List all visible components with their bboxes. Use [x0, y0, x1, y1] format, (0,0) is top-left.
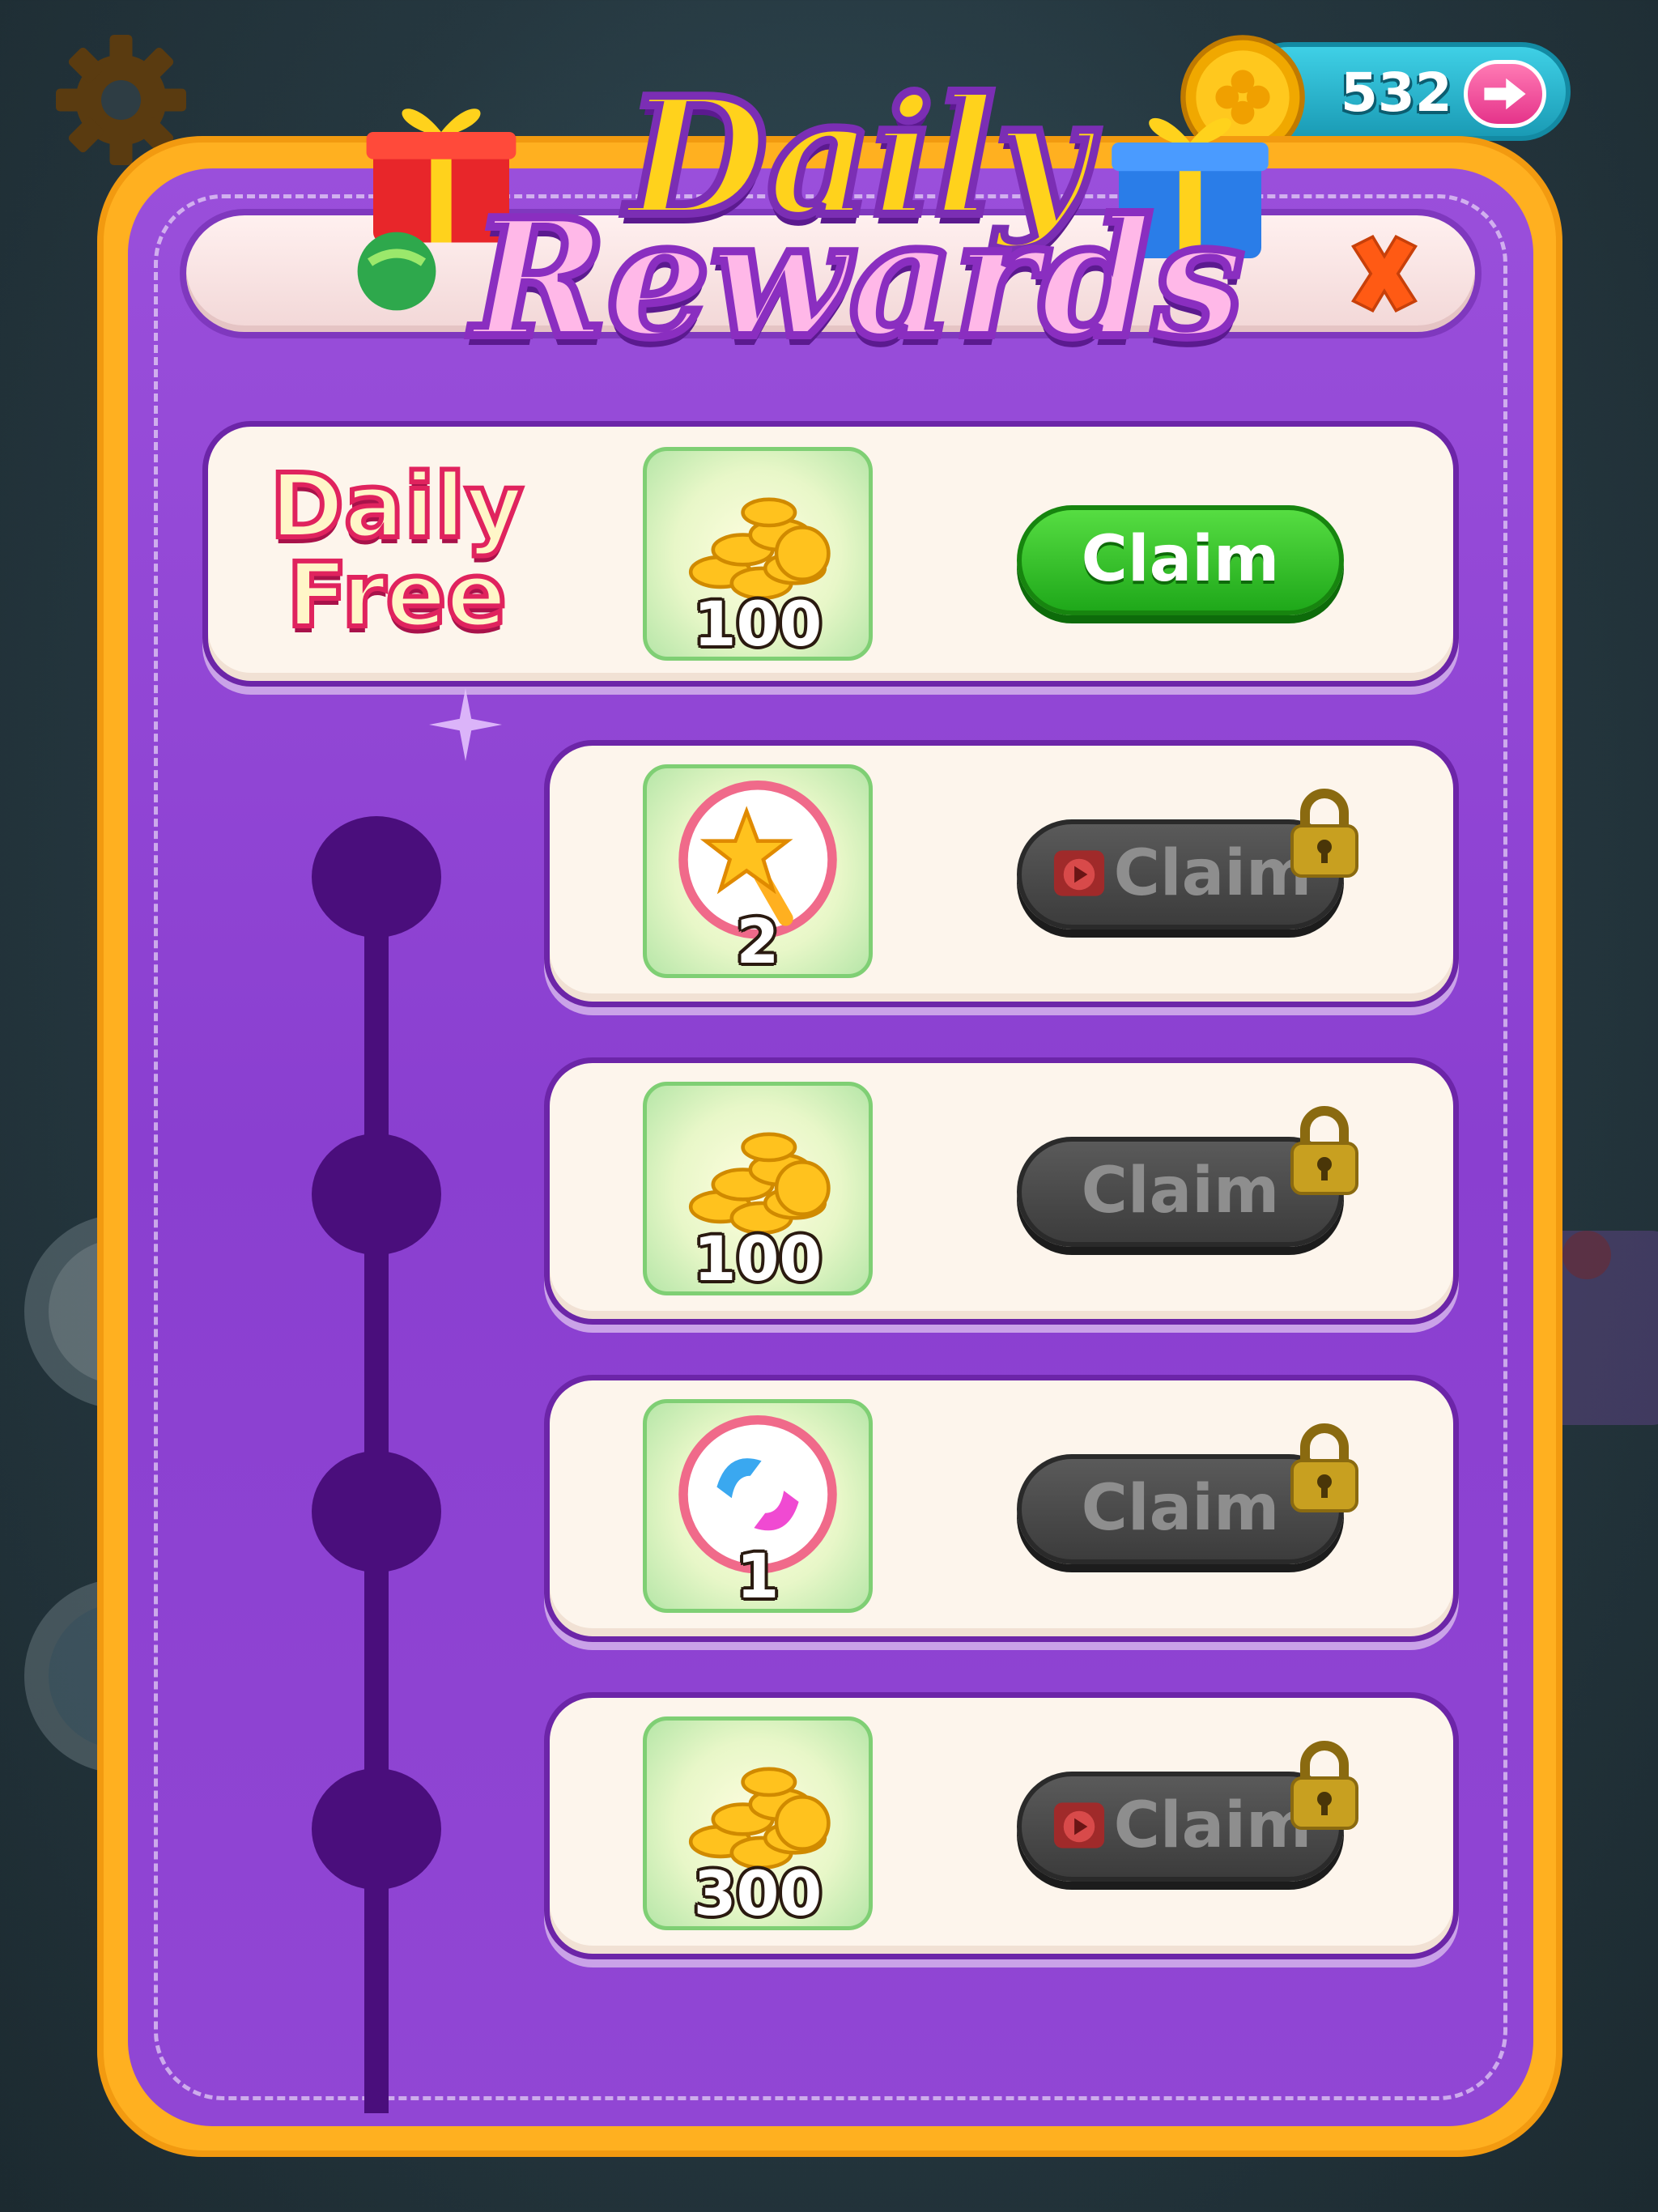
- lock-icon: [1290, 1106, 1358, 1195]
- claim-label: Claim: [1113, 1789, 1312, 1862]
- daily-free-line1: Daily: [268, 454, 526, 558]
- sparkle-icon: [429, 688, 502, 761]
- reward-item: 100: [643, 1082, 873, 1295]
- close-icon[interactable]: [1332, 225, 1437, 322]
- video-ad-icon: [1053, 849, 1104, 896]
- background-game-element: [1562, 1231, 1611, 1279]
- lock-icon: [1290, 1423, 1358, 1512]
- reward-item: 300: [643, 1716, 873, 1930]
- add-coins-button[interactable]: [1464, 60, 1546, 128]
- timeline-node: [312, 1451, 441, 1572]
- video-ad-icon: [1053, 1802, 1104, 1848]
- reward-item: 2: [643, 764, 873, 978]
- reward-count: 300: [693, 1857, 823, 1929]
- timeline-node: [312, 1768, 441, 1890]
- reward-count: 100: [693, 1223, 823, 1295]
- reward-item: 100: [643, 447, 873, 661]
- lock-icon: [1290, 789, 1358, 878]
- reward-count: 1: [736, 1540, 780, 1612]
- reward-item: 1: [643, 1399, 873, 1613]
- reward-count: 2: [736, 905, 780, 977]
- daily-free-label: Daily Free: [243, 454, 551, 648]
- claim-button[interactable]: Claim: [1017, 505, 1344, 615]
- title-rewards: Rewards: [468, 184, 1248, 374]
- claim-label: Claim: [1113, 837, 1312, 910]
- arrow-right-icon: [1484, 78, 1526, 110]
- daily-free-line2: Free: [284, 543, 509, 647]
- title-banner: Daily Rewards: [340, 32, 1376, 405]
- timeline-node: [312, 1134, 441, 1255]
- timeline-node: [312, 816, 441, 938]
- claim-label: Claim: [1081, 523, 1280, 596]
- lock-icon: [1290, 1741, 1358, 1830]
- claim-label: Claim: [1081, 1155, 1280, 1227]
- reward-count: 100: [693, 588, 823, 660]
- claim-label: Claim: [1081, 1472, 1280, 1545]
